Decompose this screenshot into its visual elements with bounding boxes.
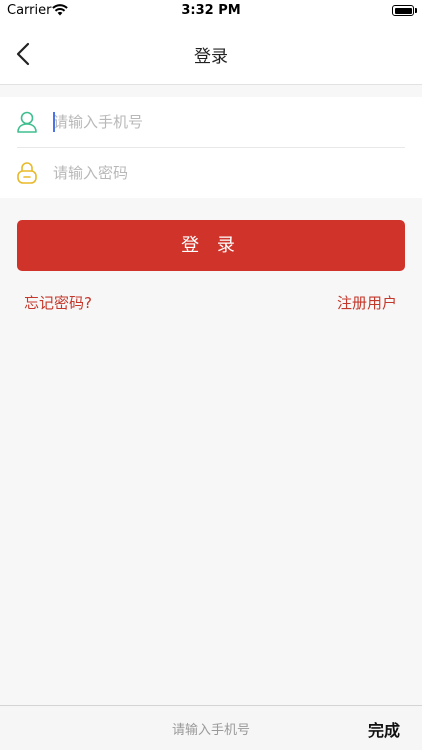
battery-icon (392, 5, 414, 16)
battery-cap (415, 8, 417, 13)
phone-input[interactable] (53, 110, 393, 134)
login-button[interactable]: 登 录 (17, 220, 405, 271)
keyboard-toolbar: 请输入手机号 完成 (0, 705, 422, 750)
lock-icon (17, 162, 37, 184)
text-caret (53, 112, 55, 132)
done-button[interactable]: 完成 (368, 717, 400, 741)
forgot-password-link[interactable]: 忘记密码? (24, 292, 92, 313)
navigation-bar: 登录 (0, 22, 422, 85)
login-form (0, 97, 422, 198)
phone-row (0, 97, 422, 148)
status-bar: Carrier 3:32 PM (0, 0, 422, 22)
clock: 3:32 PM (181, 3, 241, 18)
password-row (0, 148, 422, 198)
register-link[interactable]: 注册用户 (337, 292, 397, 313)
password-input[interactable] (53, 161, 393, 185)
keyboard-hint: 请输入手机号 (171, 723, 250, 738)
page-title: 登录 (194, 47, 228, 67)
user-icon (17, 111, 37, 133)
